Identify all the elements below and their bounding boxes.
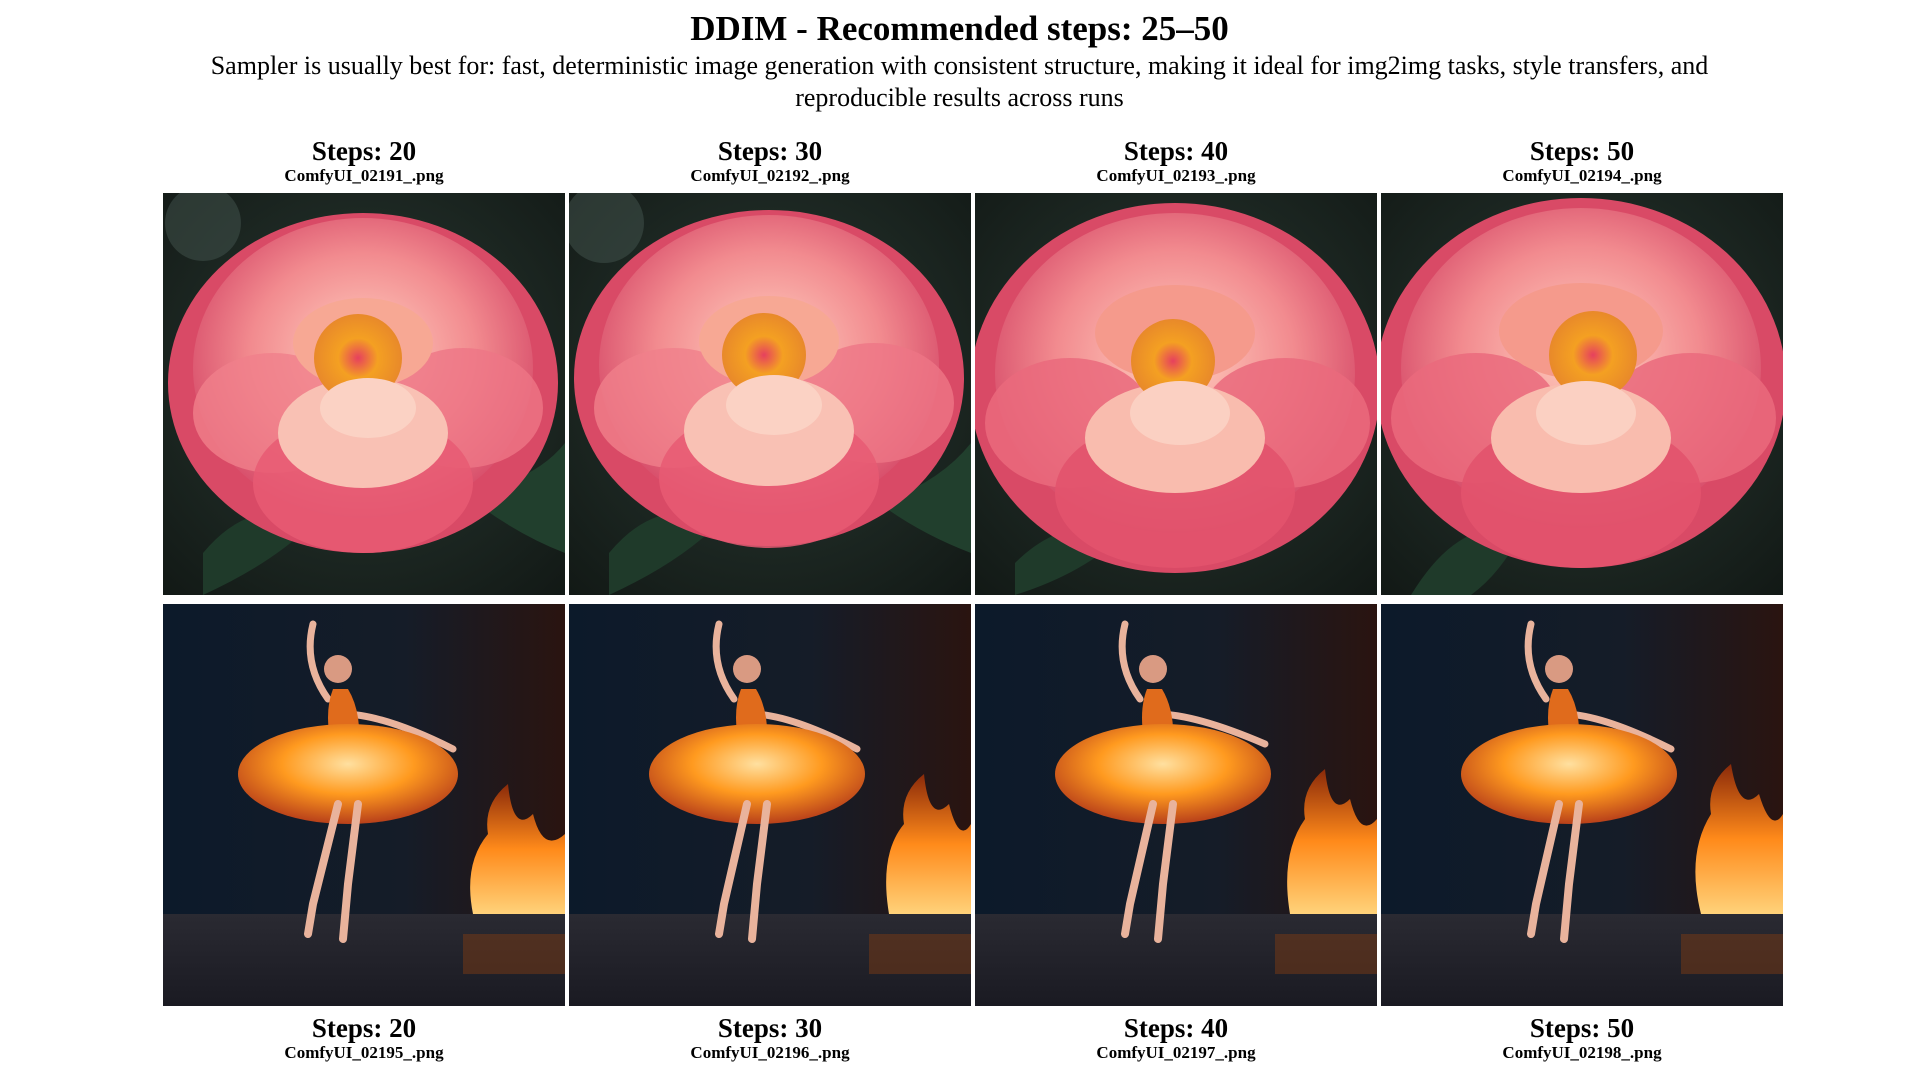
cell-label: Steps: 50 ComfyUI_02194_.png xyxy=(1381,136,1783,186)
cell-label: Steps: 50 ComfyUI_02198_.png xyxy=(1381,1013,1783,1063)
page-title: DDIM - Recommended steps: 25–50 xyxy=(690,9,1229,48)
ballerina-image xyxy=(163,604,565,1006)
cell-label: Steps: 20 ComfyUI_02195_.png xyxy=(163,1013,565,1063)
filename-label: ComfyUI_02196_.png xyxy=(690,1043,850,1062)
ballerina-svg xyxy=(975,604,1377,1006)
steps-label: Steps: 30 xyxy=(717,1013,823,1043)
ballerina-image xyxy=(975,604,1377,1006)
steps-label: Steps: 50 xyxy=(1529,1013,1635,1043)
flower-svg xyxy=(1381,193,1783,595)
cell-label: Steps: 40 ComfyUI_02197_.png xyxy=(975,1013,1377,1063)
filename-label: ComfyUI_02192_.png xyxy=(690,166,850,185)
ballerina-svg xyxy=(569,604,971,1006)
ballerina-svg xyxy=(163,604,565,1006)
flower-image xyxy=(1381,193,1783,595)
filename-label: ComfyUI_02193_.png xyxy=(1096,166,1256,185)
steps-label: Steps: 30 xyxy=(717,136,823,166)
ballerina-image xyxy=(1381,604,1783,1006)
flower-svg xyxy=(569,193,971,595)
steps-label: Steps: 40 xyxy=(1123,1013,1229,1043)
filename-label: ComfyUI_02195_.png xyxy=(284,1043,444,1062)
ballerina-svg xyxy=(1381,604,1783,1006)
cell-label: Steps: 30 ComfyUI_02196_.png xyxy=(569,1013,971,1063)
cell-label: Steps: 30 ComfyUI_02192_.png xyxy=(569,136,971,186)
cell-label: Steps: 40 ComfyUI_02193_.png xyxy=(975,136,1377,186)
page-subtitle: Sampler is usually best for: fast, deter… xyxy=(210,51,1709,112)
steps-label: Steps: 40 xyxy=(1123,136,1229,166)
filename-label: ComfyUI_02197_.png xyxy=(1096,1043,1256,1062)
filename-label: ComfyUI_02194_.png xyxy=(1502,166,1662,185)
ballerina-image xyxy=(569,604,971,1006)
steps-label: Steps: 50 xyxy=(1529,136,1635,166)
flower-svg xyxy=(163,193,565,595)
flower-svg xyxy=(975,193,1377,595)
flower-image xyxy=(569,193,971,595)
filename-label: ComfyUI_02198_.png xyxy=(1502,1043,1662,1062)
flower-image xyxy=(975,193,1377,595)
steps-label: Steps: 20 xyxy=(311,136,417,166)
filename-label: ComfyUI_02191_.png xyxy=(284,166,444,185)
steps-label: Steps: 20 xyxy=(311,1013,417,1043)
cell-label: Steps: 20 ComfyUI_02191_.png xyxy=(163,136,565,186)
flower-image xyxy=(163,193,565,595)
